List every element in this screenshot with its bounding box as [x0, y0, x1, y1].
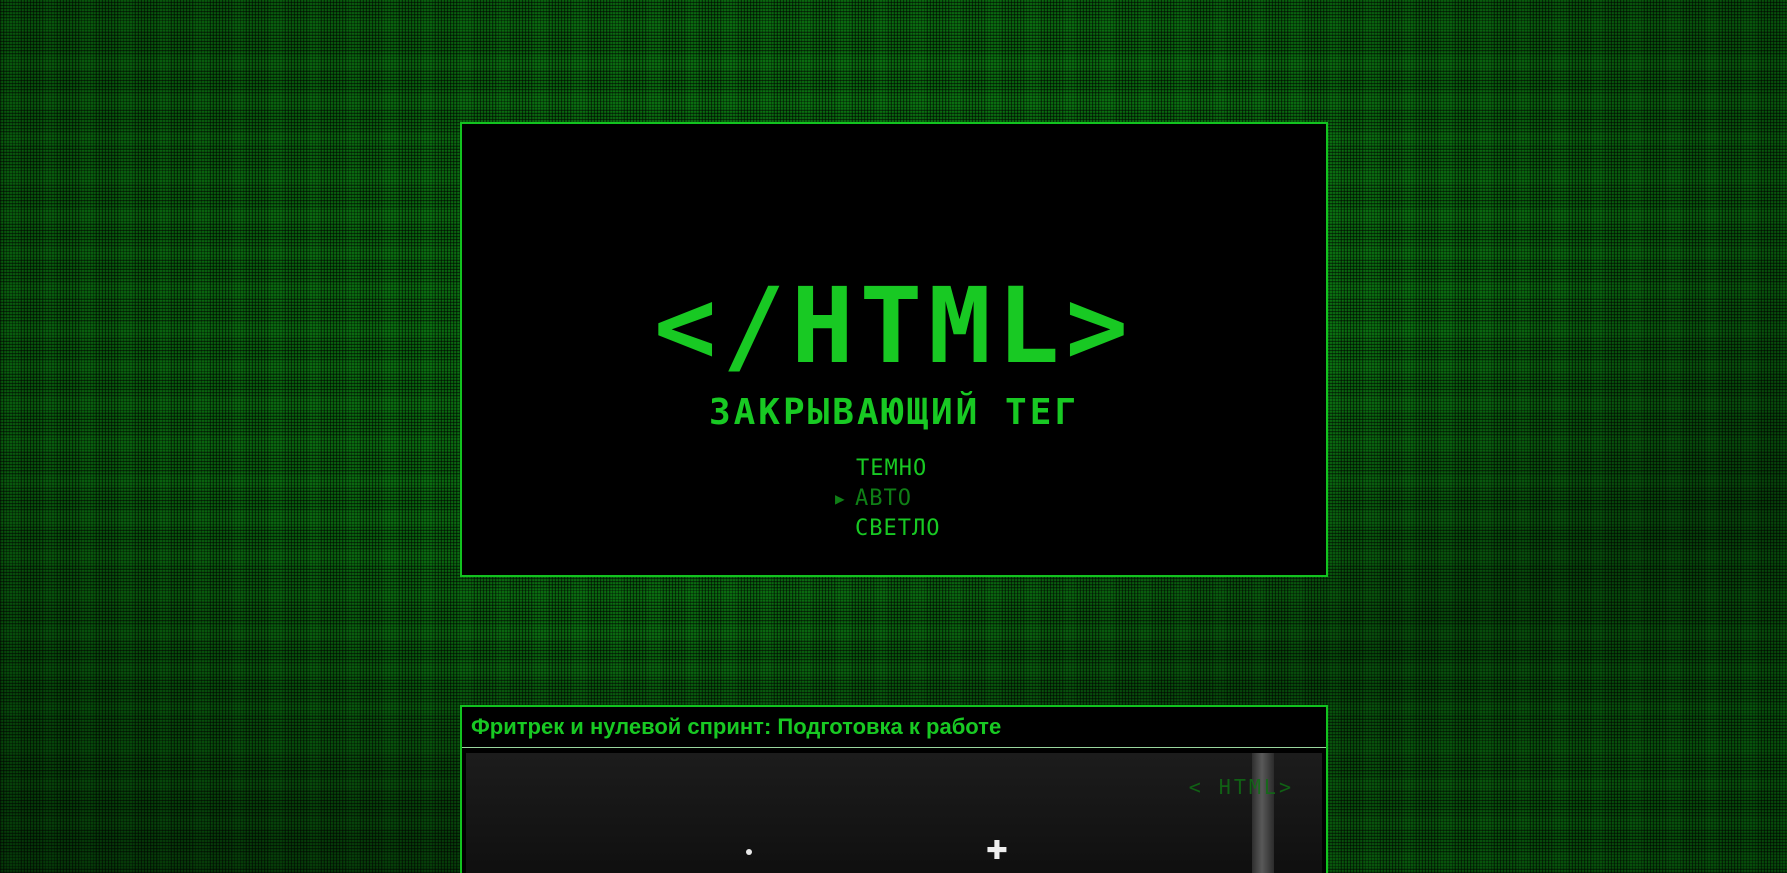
theme-option-light[interactable]: СВЕТЛО — [855, 514, 940, 544]
site-tagline: ЗАКРЫВАЮЩИЙ ТЕГ — [708, 392, 1080, 433]
selection-arrow-icon: ▶ — [835, 489, 846, 508]
hero-banner: </HTML> ЗАКРЫВАЮЩИЙ ТЕГ ТЕМНО ▶ АВТО СВЕ… — [460, 122, 1328, 577]
site-logo[interactable]: </HTML> — [462, 124, 1326, 378]
image-watermark: < HTML> — [1188, 775, 1294, 799]
image-speck — [746, 849, 752, 855]
plus-icon: ✚ — [986, 836, 1008, 866]
theme-option-label: СВЕТЛО — [855, 516, 941, 541]
post-card: Фритрек и нулевой спринт: Подготовка к р… — [460, 705, 1328, 873]
post-title-link[interactable]: Фритрек и нулевой спринт: Подготовка к р… — [462, 707, 1326, 748]
theme-option-label: АВТО — [855, 486, 912, 511]
theme-option-auto[interactable]: ▶ АВТО — [835, 484, 912, 514]
theme-option-label: ТЕМНО — [856, 456, 928, 481]
image-light-stripe — [1252, 753, 1274, 873]
theme-option-dark[interactable]: ТЕМНО — [856, 454, 927, 484]
post-cover-image[interactable]: ✚ < HTML> — [466, 753, 1322, 873]
